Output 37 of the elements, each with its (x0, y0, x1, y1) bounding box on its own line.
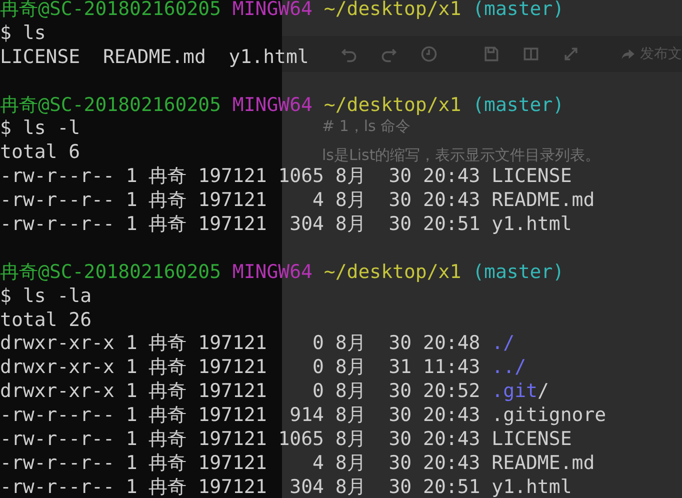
output-text: -rw-r--r-- 1 冉奇 197121 1065 8月 30 20:43 LICENSE (0, 165, 572, 188)
directory-name: .git (492, 380, 538, 402)
output-text: drwxr-xr-x 1 冉奇 197121 0 8月 30 20:52 (0, 380, 482, 402)
command-text: $ ls -l (0, 117, 80, 140)
prompt-branch: (master) (472, 94, 564, 116)
prompt-branch: (master) (472, 260, 564, 283)
command-text: $ ls (0, 22, 46, 44)
output-text: LICENSE README.md y1.html (0, 46, 309, 68)
command-text: $ ls -la (0, 284, 92, 307)
output-text: -rw-r--r-- 1 冉奇 197121 914 8月 30 20:43 .gitignore (0, 404, 606, 426)
expand-icon[interactable] (562, 45, 580, 63)
output-text: -rw-r--r-- 1 冉奇 197121 1065 8月 30 20:43 LICENSE (0, 428, 572, 450)
prompt-user: 冉奇@SC-201802160205 (0, 260, 222, 283)
output-text: drwxr-xr-x 1 冉奇 197121 0 8月 30 20:48 (0, 332, 482, 354)
prompt-environment: MINGW64 (232, 94, 312, 116)
prompt-user: 冉奇@SC-201802160205 (0, 94, 222, 116)
prompt-path: ~/desktop/x1 (324, 0, 462, 20)
output-text: -rw-r--r-- 1 冉奇 197121 304 8月 30 20:51 y1.html (0, 213, 572, 236)
output-text: -rw-r--r-- 1 冉奇 197121 4 8月 30 20:43 README.md (0, 189, 595, 212)
split-view-icon[interactable] (522, 45, 540, 63)
directory-name: ./ (492, 332, 515, 354)
editor-heading: # 1，ls 命令 (322, 117, 411, 136)
prompt-environment: MINGW64 (232, 0, 312, 20)
save-icon[interactable] (482, 45, 500, 63)
editor-paragraph: ls是List的缩写，表示显示文件目录列表。 (322, 146, 600, 165)
prompt-environment: MINGW64 (232, 260, 312, 283)
output-text: total 6 (0, 141, 80, 164)
output-text: / (537, 380, 549, 402)
prompt-path: ~/desktop/x1 (324, 260, 462, 283)
output-text: -rw-r--r-- 1 冉奇 197121 4 8月 30 20:43 README.md (0, 452, 595, 474)
output-text: drwxr-xr-x 1 冉奇 197121 0 8月 31 11:43 (0, 356, 482, 378)
prompt-branch: (master) (472, 0, 564, 20)
clock-icon[interactable] (420, 45, 438, 63)
output-text: -rw-r--r-- 1 冉奇 197121 304 8月 30 20:51 y1.html (0, 476, 572, 498)
output-text: total 26 (0, 308, 92, 331)
prompt-path: ~/desktop/x1 (324, 94, 462, 116)
directory-name: ../ (492, 356, 526, 378)
